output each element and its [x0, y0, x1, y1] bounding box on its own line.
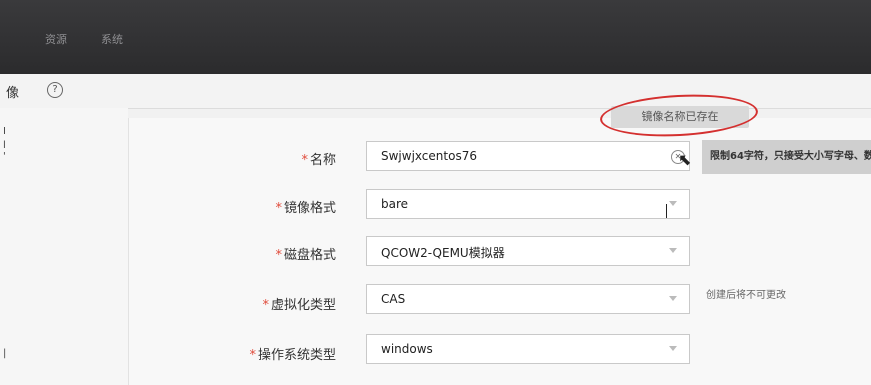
left-strip: I l ' |: [0, 108, 128, 385]
virt-type-label-text: 虚拟化类型: [270, 298, 336, 313]
help-icon[interactable]: ?: [47, 82, 63, 98]
chevron-down-icon: [669, 296, 677, 301]
os-type-label: * 操作系统类型: [249, 348, 336, 363]
image-format-label-text: 镜像格式: [283, 201, 336, 216]
os-type-value: windows: [381, 342, 433, 356]
name-input[interactable]: Swjwjxcentos76 ✕: [366, 141, 690, 171]
disk-format-value: QCOW2-QEMU模拟器: [381, 246, 505, 260]
top-nav-bar: 资源 系统: [0, 0, 871, 74]
image-format-select[interactable]: bare: [366, 189, 690, 219]
text-caret: [666, 204, 667, 218]
name-label-text: 名称: [309, 153, 336, 168]
image-format-label: * 镜像格式: [275, 201, 336, 216]
chevron-down-icon: [669, 201, 677, 206]
chevron-down-icon: [669, 248, 677, 253]
virt-type-label: * 虚拟化类型: [262, 298, 336, 313]
left-mark: l: [3, 140, 6, 151]
name-input-value: Swjwjxcentos76: [381, 149, 477, 163]
left-mark: I: [3, 126, 6, 137]
page-title: 像: [6, 86, 20, 101]
disk-format-label: * 磁盘格式: [275, 248, 336, 263]
disk-format-label-text: 磁盘格式: [283, 248, 336, 263]
left-mark: |: [3, 348, 7, 359]
nav-item-system[interactable]: 系统: [101, 31, 123, 47]
virt-type-select[interactable]: CAS: [366, 284, 690, 314]
name-label: * 名称: [301, 153, 336, 168]
virt-type-value: CAS: [381, 292, 406, 306]
disk-format-select[interactable]: QCOW2-QEMU模拟器: [366, 236, 690, 266]
left-mark: ': [3, 151, 6, 162]
name-hint: 限制64字符，只接受大小写字母、数: [702, 140, 871, 174]
os-type-label-text: 操作系统类型: [257, 348, 336, 363]
chevron-down-icon: [669, 346, 677, 351]
os-type-select[interactable]: windows: [366, 334, 690, 364]
image-format-value: bare: [381, 197, 409, 211]
mouse-cursor-icon: ⬉: [678, 150, 692, 169]
nav-item-resources[interactable]: 资源: [45, 31, 67, 47]
virt-type-note: 创建后将不可更改: [706, 290, 786, 301]
